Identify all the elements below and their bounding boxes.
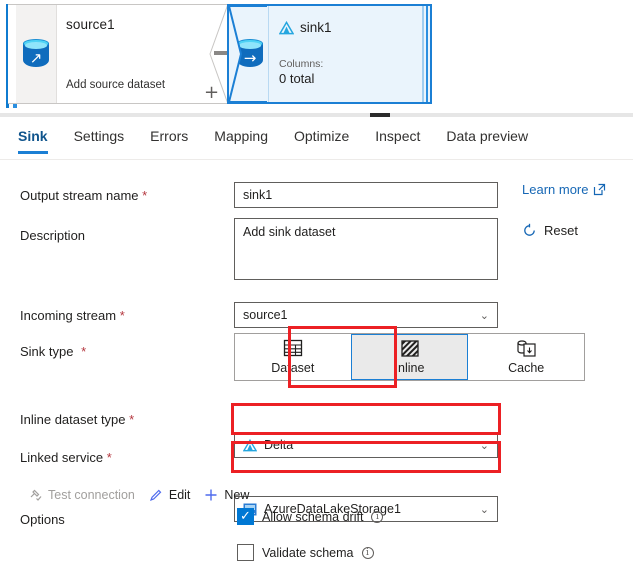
- new-label: New: [224, 488, 250, 502]
- allow-schema-drift-row: Allow schema drift i: [237, 508, 384, 525]
- allow-schema-drift-label: Allow schema drift: [262, 509, 364, 524]
- annotation-highlight-inline-dataset-type: [231, 403, 501, 435]
- test-connection-label: Test connection: [48, 488, 135, 502]
- cache-cylinders-icon: [517, 340, 536, 357]
- external-link-icon: [594, 183, 606, 196]
- validate-schema-label: Validate schema: [262, 545, 354, 560]
- database-source-icon: ↗: [23, 39, 49, 69]
- sink-node-accent-bar-inner: [422, 6, 424, 102]
- sink-type-option-cache[interactable]: Cache: [468, 334, 585, 380]
- sink-type-option-inline-label: Inline: [394, 361, 425, 375]
- tab-mapping[interactable]: Mapping: [214, 124, 282, 154]
- sink-type-option-dataset-label: Dataset: [271, 361, 315, 375]
- source-node-subtitle: Add source dataset: [66, 79, 166, 91]
- edit-linked-service-button[interactable]: Edit: [149, 488, 191, 502]
- sink-node-chevron-outline: [227, 5, 267, 103]
- sink-node-title: sink1: [300, 20, 332, 35]
- linked-service-label-text: Linked service: [20, 450, 104, 465]
- description-textarea[interactable]: [234, 218, 498, 280]
- test-connection-button[interactable]: Test connection: [28, 488, 135, 502]
- tab-sink[interactable]: Sink: [18, 124, 62, 154]
- incoming-stream-label-text: Incoming stream: [20, 308, 117, 323]
- sink-node-metadata: Columns: 0 total: [279, 58, 323, 87]
- chevron-down-icon: ⌄: [479, 438, 489, 452]
- tab-inspect[interactable]: Inspect: [375, 124, 434, 154]
- settings-tab-bar: Sink Settings Errors Mapping Optimize In…: [0, 124, 633, 160]
- sink-node-accent-bar-outer: [426, 6, 428, 102]
- output-stream-name-required-marker: *: [142, 188, 148, 203]
- sink-type-label-text: Sink type: [20, 344, 74, 359]
- sink-node-columns-value: 0 total: [279, 71, 315, 86]
- output-stream-name-label: Output stream name *: [20, 188, 147, 203]
- sink-node-title-row: sink1: [279, 20, 332, 35]
- table-grid-icon: [283, 339, 302, 357]
- tab-data-preview[interactable]: Data preview: [446, 124, 542, 154]
- sink-type-option-cache-label: Cache: [508, 361, 545, 375]
- source-node-icon-strip: ↗: [16, 5, 57, 103]
- panel-splitter[interactable]: [0, 113, 633, 117]
- sink-type-option-inline[interactable]: Inline: [350, 334, 469, 380]
- delta-triangle-icon: [243, 438, 257, 451]
- pencil-icon: [149, 489, 162, 502]
- options-label: Options: [20, 512, 65, 527]
- reset-button[interactable]: Reset: [522, 223, 578, 238]
- learn-more-link[interactable]: Learn more: [522, 182, 606, 197]
- incoming-stream-dropdown[interactable]: source1 ⌄: [234, 302, 498, 328]
- inline-dataset-type-value: Delta: [264, 438, 294, 452]
- refresh-icon: [524, 223, 535, 236]
- plus-icon: [205, 489, 217, 501]
- dataflow-canvas: ↗ source1 Add source dataset + → sink1 C…: [0, 0, 633, 108]
- new-linked-service-button[interactable]: New: [204, 488, 249, 502]
- linked-service-required-marker: *: [106, 450, 112, 465]
- tab-settings[interactable]: Settings: [74, 124, 139, 154]
- inline-dataset-type-dropdown[interactable]: Delta ⌄: [234, 432, 498, 458]
- delta-triangle-icon: [279, 20, 294, 34]
- incoming-stream-required-marker: *: [119, 308, 125, 323]
- sink-type-required-marker: *: [81, 344, 87, 359]
- inline-dataset-type-required-marker: *: [129, 412, 135, 427]
- validate-schema-row: Validate schema i: [237, 544, 374, 561]
- validate-schema-checkbox[interactable]: [237, 544, 254, 561]
- sink-type-label: Sink type *: [20, 344, 86, 359]
- output-stream-name-input[interactable]: [234, 182, 498, 208]
- inline-dataset-type-label: Inline dataset type *: [20, 412, 134, 427]
- linked-service-actions: Test connection Edit New: [28, 488, 249, 502]
- source-node-body: source1 Add source dataset: [58, 5, 202, 103]
- source-node-title: source1: [66, 17, 115, 32]
- output-stream-name-label-text: Output stream name: [20, 188, 139, 203]
- info-icon[interactable]: i: [371, 510, 384, 523]
- tab-optimize[interactable]: Optimize: [294, 124, 363, 154]
- sink-settings-form: Output stream name * Learn more Descript…: [0, 162, 633, 569]
- sink-configuration-screen: ↗ source1 Add source dataset + → sink1 C…: [0, 0, 633, 569]
- sink-node-columns-label: Columns:: [279, 58, 324, 70]
- info-icon[interactable]: i: [361, 546, 374, 559]
- allow-schema-drift-checkbox[interactable]: [237, 508, 254, 525]
- description-label: Description: [20, 228, 86, 243]
- incoming-stream-value: source1: [243, 308, 288, 322]
- reset-label: Reset: [544, 223, 578, 238]
- linked-service-label: Linked service *: [20, 450, 112, 465]
- add-transformation-button[interactable]: +: [204, 84, 219, 102]
- incoming-stream-label: Incoming stream *: [20, 308, 125, 323]
- tab-errors[interactable]: Errors: [150, 124, 202, 154]
- edit-label: Edit: [168, 488, 191, 502]
- inline-dataset-type-label-text: Inline dataset type: [20, 412, 126, 427]
- chevron-down-icon: ⌄: [479, 502, 489, 516]
- sink-type-button-group: Dataset Inline Cache: [234, 333, 585, 381]
- source-node[interactable]: ↗ source1 Add source dataset: [8, 4, 203, 104]
- sink-type-option-dataset[interactable]: Dataset: [235, 334, 351, 380]
- chevron-down-icon: ⌄: [479, 308, 489, 322]
- hatched-square-icon: [400, 340, 419, 357]
- plug-test-icon: [30, 489, 42, 501]
- sink-node-body: sink1 Columns: 0 total: [270, 6, 430, 102]
- splitter-grip-handle[interactable]: [370, 113, 390, 117]
- sink-node[interactable]: → sink1 Columns: 0 total: [227, 4, 432, 104]
- learn-more-label: Learn more: [522, 182, 589, 197]
